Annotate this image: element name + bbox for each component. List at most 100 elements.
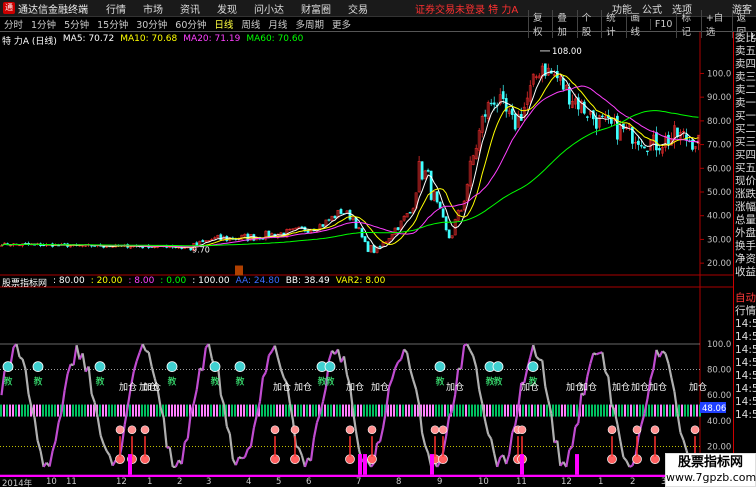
band-bar: [630, 404, 632, 417]
period-1min[interactable]: 1分钟: [27, 17, 60, 31]
btn-f10[interactable]: F10: [649, 18, 677, 30]
date-tick: 12: [116, 477, 127, 487]
panel-row: 14:50: [735, 331, 756, 343]
band-bar: [261, 404, 263, 417]
band-bar: [639, 404, 641, 417]
indicator-line: [586, 363, 592, 377]
indicator-line: [424, 444, 430, 454]
indicator-line: [539, 358, 543, 362]
indicator-line: [57, 411, 63, 423]
date-tick: 6: [306, 477, 312, 487]
indicator-line: [601, 352, 607, 372]
band-bar: [396, 404, 398, 417]
band-bar: [372, 404, 374, 417]
band-bar: [246, 404, 248, 417]
band-bar: [474, 404, 476, 417]
band-bar: [504, 404, 506, 417]
indicator-line: [261, 371, 267, 378]
period-multi[interactable]: 多周期: [291, 17, 328, 31]
band-bar: [42, 404, 44, 417]
panel-row: 总量: [735, 214, 756, 226]
band-bar: [339, 404, 341, 417]
band-bar: [114, 404, 116, 417]
indicator-line: [87, 366, 93, 395]
indicator-line: [394, 361, 400, 369]
band-bar: [111, 404, 113, 417]
indicator-line: [388, 378, 394, 388]
indicator-line: [267, 350, 273, 357]
band-bar: [342, 404, 344, 417]
band-bar: [324, 404, 326, 417]
indicator-line: [21, 358, 27, 370]
period-more[interactable]: 更多: [328, 17, 355, 31]
candle-body: [447, 229, 451, 239]
band-bar: [12, 404, 14, 417]
candle-body: [637, 140, 640, 145]
period-weekly[interactable]: 周线: [237, 17, 264, 31]
band-bar: [657, 404, 659, 417]
indicator-line: [201, 347, 207, 371]
bottom-signal-icon: [632, 425, 642, 435]
add-position-label: 加仓: [119, 381, 137, 393]
date-tick: 1: [598, 477, 604, 487]
candle-body: [489, 102, 493, 105]
candle-body: [585, 116, 589, 118]
band-bar: [39, 404, 41, 417]
indicator-line: [111, 459, 117, 467]
band-bar: [267, 404, 269, 417]
top-signal-icon: [527, 361, 539, 373]
band-bar: [207, 404, 209, 417]
legend-ma10: MA10: 70.68: [120, 34, 178, 44]
band-bar: [402, 404, 404, 417]
band-bar: [468, 404, 470, 417]
menu-ask[interactable]: 问小达: [254, 1, 284, 16]
indicator-v4: : 0.00: [160, 276, 187, 286]
band-bar: [534, 404, 536, 417]
panel-row: 14:50: [735, 344, 756, 356]
band-bar: [177, 404, 179, 417]
menu-market[interactable]: 市场: [143, 1, 163, 16]
period-60min[interactable]: 60分钟: [171, 17, 210, 31]
watermark: 股票指标网 www.7gpzb.com: [665, 453, 756, 487]
indicator-line: [247, 445, 252, 450]
candle-body: [646, 150, 649, 152]
menu-trade[interactable]: 交易: [348, 1, 368, 16]
add-position-label: 加仓: [143, 381, 161, 393]
indicator-line: [336, 349, 343, 363]
candle-body: [561, 77, 565, 90]
band-bar: [243, 404, 245, 417]
bottom-signal-icon: [290, 425, 300, 435]
band-bar: [690, 404, 692, 417]
candle-body: [655, 132, 658, 151]
app-logo-icon: 通: [3, 2, 15, 14]
menu-quotes[interactable]: 行情: [106, 1, 126, 16]
band-bar: [336, 404, 338, 417]
band-bar: [597, 404, 599, 417]
stock-chart[interactable]: 100.0 90.00 80.00 70.00 60.00 50.00 40.00 30.00…: [0, 32, 733, 477]
top-signal-label: 教: [3, 376, 12, 388]
band-bar: [471, 404, 473, 417]
band-bar: [270, 404, 272, 417]
indicator-line: [295, 445, 300, 449]
period-15min[interactable]: 15分钟: [93, 17, 132, 31]
band-bar: [78, 404, 80, 417]
indicator-v1: : 80.00: [53, 276, 85, 286]
indicator-line: [75, 345, 81, 360]
period-daily[interactable]: 日线: [210, 17, 237, 31]
indicator-line: [93, 402, 99, 418]
period-5min[interactable]: 5分钟: [60, 17, 93, 31]
indicator-line: [273, 345, 279, 359]
period-30min[interactable]: 30分钟: [132, 17, 171, 31]
band-bar: [174, 404, 176, 417]
band-bar: [411, 404, 413, 417]
menu-wealth[interactable]: 财富圈: [301, 1, 331, 16]
indicator-line: [90, 393, 96, 403]
band-bar: [360, 404, 362, 417]
login-notice[interactable]: 证券交易未登录 特 力A: [415, 1, 518, 16]
menu-discover[interactable]: 发现: [217, 1, 237, 16]
period-monthly[interactable]: 月线: [264, 17, 291, 31]
band-bar: [687, 404, 689, 417]
y-tick-label: 70.00: [707, 141, 731, 151]
menu-news[interactable]: 资讯: [180, 1, 200, 16]
period-intraday[interactable]: 分时: [0, 17, 27, 31]
